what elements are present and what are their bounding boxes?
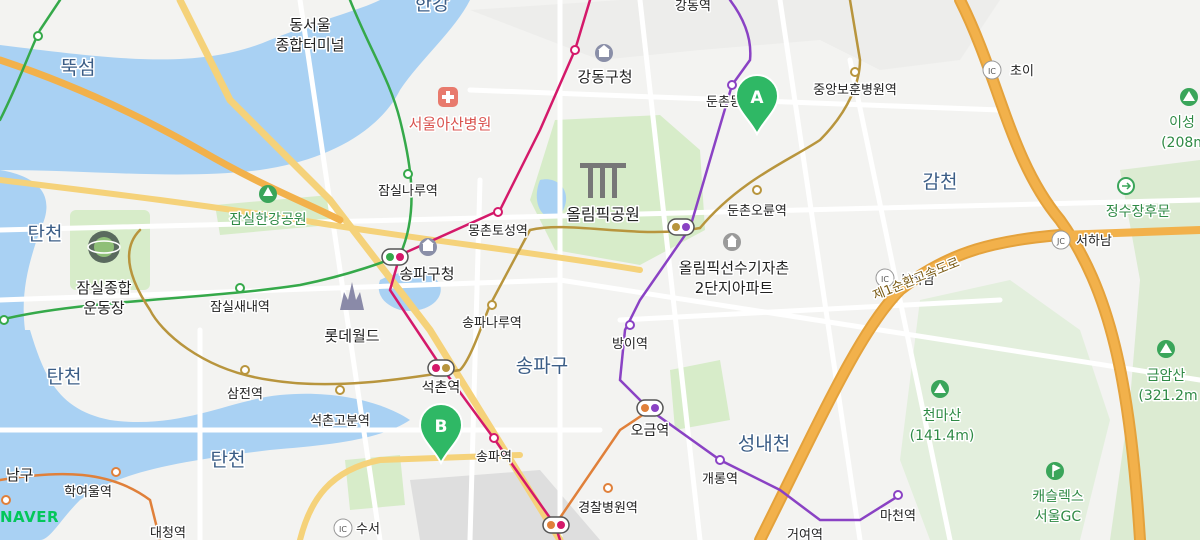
poi-label-terminal-line2: 종합터미널 xyxy=(275,36,344,54)
river-label-hangang: 한강 xyxy=(415,0,450,15)
park-tree-icon xyxy=(259,185,277,203)
station-label-songpanaru: 송파나루역 xyxy=(462,316,522,331)
map-canvas[interactable]: IC JC IC IC 송파구 성내천 감천 탄천 탄천 탄천 뚝섬 한강 남구… xyxy=(0,0,1200,540)
road-label-choi: 초이 xyxy=(1010,64,1034,79)
stream-label-tancheon-2: 탄천 xyxy=(47,366,82,388)
poi-label-gangdong-gu-office: 강동구청 xyxy=(577,68,632,86)
mountain-icon xyxy=(1157,340,1175,358)
station-label-hagyeoul: 학여울역 xyxy=(64,485,112,500)
station-label-dunchon-oryun: 둔촌오륜역 xyxy=(727,204,787,219)
poi-label-lotte-world: 롯데월드 xyxy=(324,327,379,345)
station-label-mongchontoseong: 몽촌토성역 xyxy=(468,224,528,239)
naver-logo[interactable]: NAVER xyxy=(0,508,59,526)
poi-label-jamsil-park: 잠실한강공원 xyxy=(229,212,306,228)
gate-arrow-icon xyxy=(1117,177,1135,195)
poi-label-athletes-village-line1: 올림픽선수기자촌 xyxy=(679,259,789,277)
area-label-ttukseom: 뚝섬 xyxy=(61,57,96,79)
road-label-suseo: 수서 xyxy=(356,522,380,537)
poi-label-castlex-line2: 서울GC xyxy=(1035,509,1082,525)
poi-label-cheonmasan-line1: 천마산 xyxy=(923,408,962,424)
station-label-geoyeo: 거여역 xyxy=(787,528,823,540)
station-label-police-hospital: 경찰병원역 xyxy=(578,501,638,516)
apartment-icon xyxy=(723,233,741,251)
gu-office-icon xyxy=(419,238,437,256)
district-label-songpa: 송파구 xyxy=(516,355,568,377)
poi-label-cheonmasan-line2: (141.4m) xyxy=(910,428,975,444)
station-label-central-vet: 중앙보훈병원역 xyxy=(813,83,897,98)
poi-label-olympic-park: 올림픽공원 xyxy=(566,205,640,224)
poi-label-iseong-line2: (208m xyxy=(1161,135,1200,151)
station-label-jamsilsaenae: 잠실새내역 xyxy=(210,300,270,315)
hospital-icon xyxy=(438,87,458,107)
poi-label-iseong-line1: 이성 xyxy=(1169,115,1195,131)
map-layer: IC JC IC IC 송파구 성내천 감천 탄천 탄천 탄천 뚝섬 한강 남구… xyxy=(0,0,1200,540)
ic-badge-suseo: IC xyxy=(339,525,347,534)
stadium-icon xyxy=(87,231,121,263)
poi-label-asan-hospital: 서울아산병원 xyxy=(409,115,492,133)
poi-label-sports-complex-line1: 잠실종합 xyxy=(76,279,131,297)
station-label-seokchon-gobun: 석촌고분역 xyxy=(310,414,370,429)
poi-label-castlex-line1: 캐슬렉스 xyxy=(1032,489,1084,505)
poi-label-jeongsu-gate: 정수장후문 xyxy=(1106,204,1171,220)
station-label-gaerong: 개롱역 xyxy=(702,472,738,487)
golf-flag-icon xyxy=(1046,462,1064,480)
poi-label-terminal-line1: 동서울 xyxy=(289,16,330,34)
stream-label-tancheon-1: 탄천 xyxy=(28,223,63,245)
station-label-songpa: 송파역 xyxy=(476,450,512,465)
jc-badge-seohanam: JC xyxy=(1056,237,1065,246)
stream-label-seongnaecheon: 성내천 xyxy=(738,433,790,455)
mountain-icon xyxy=(1180,88,1198,106)
marker-b-label: B xyxy=(435,417,448,437)
mountain-icon xyxy=(931,380,949,398)
poi-label-geumamsan-line2: (321.2m xyxy=(1138,388,1197,404)
station-label-bangi: 방이역 xyxy=(612,337,648,352)
gu-office-icon xyxy=(595,44,613,62)
station-label-ogeum: 오금역 xyxy=(631,423,670,439)
poi-label-athletes-village-line2: 2단지아파트 xyxy=(695,279,774,297)
station-label-seokchon: 석촌역 xyxy=(422,380,461,396)
station-label-daecheong: 대청역 xyxy=(150,526,186,540)
road-label-jc-seohanam: 서하남 xyxy=(1076,234,1112,249)
station-label-jamsilnaru: 잠실나루역 xyxy=(378,184,438,199)
stream-label-gamcheon: 감천 xyxy=(923,171,958,193)
station-label-samjeon: 삼전역 xyxy=(227,387,263,402)
poi-label-songpa-gu-office: 송파구청 xyxy=(399,265,454,283)
station-label-gangdong: 강동역 xyxy=(675,0,711,14)
marker-a-label: A xyxy=(750,88,764,108)
station-label-machon: 마천역 xyxy=(880,509,916,524)
poi-label-geumamsan-line1: 금암산 xyxy=(1147,368,1186,384)
ic-badge-choi: IC xyxy=(988,67,996,76)
poi-label-sports-complex-line2: 운동장 xyxy=(83,299,125,317)
district-label-edge: 남구 xyxy=(6,466,34,484)
stream-label-tancheon-3: 탄천 xyxy=(211,449,246,471)
